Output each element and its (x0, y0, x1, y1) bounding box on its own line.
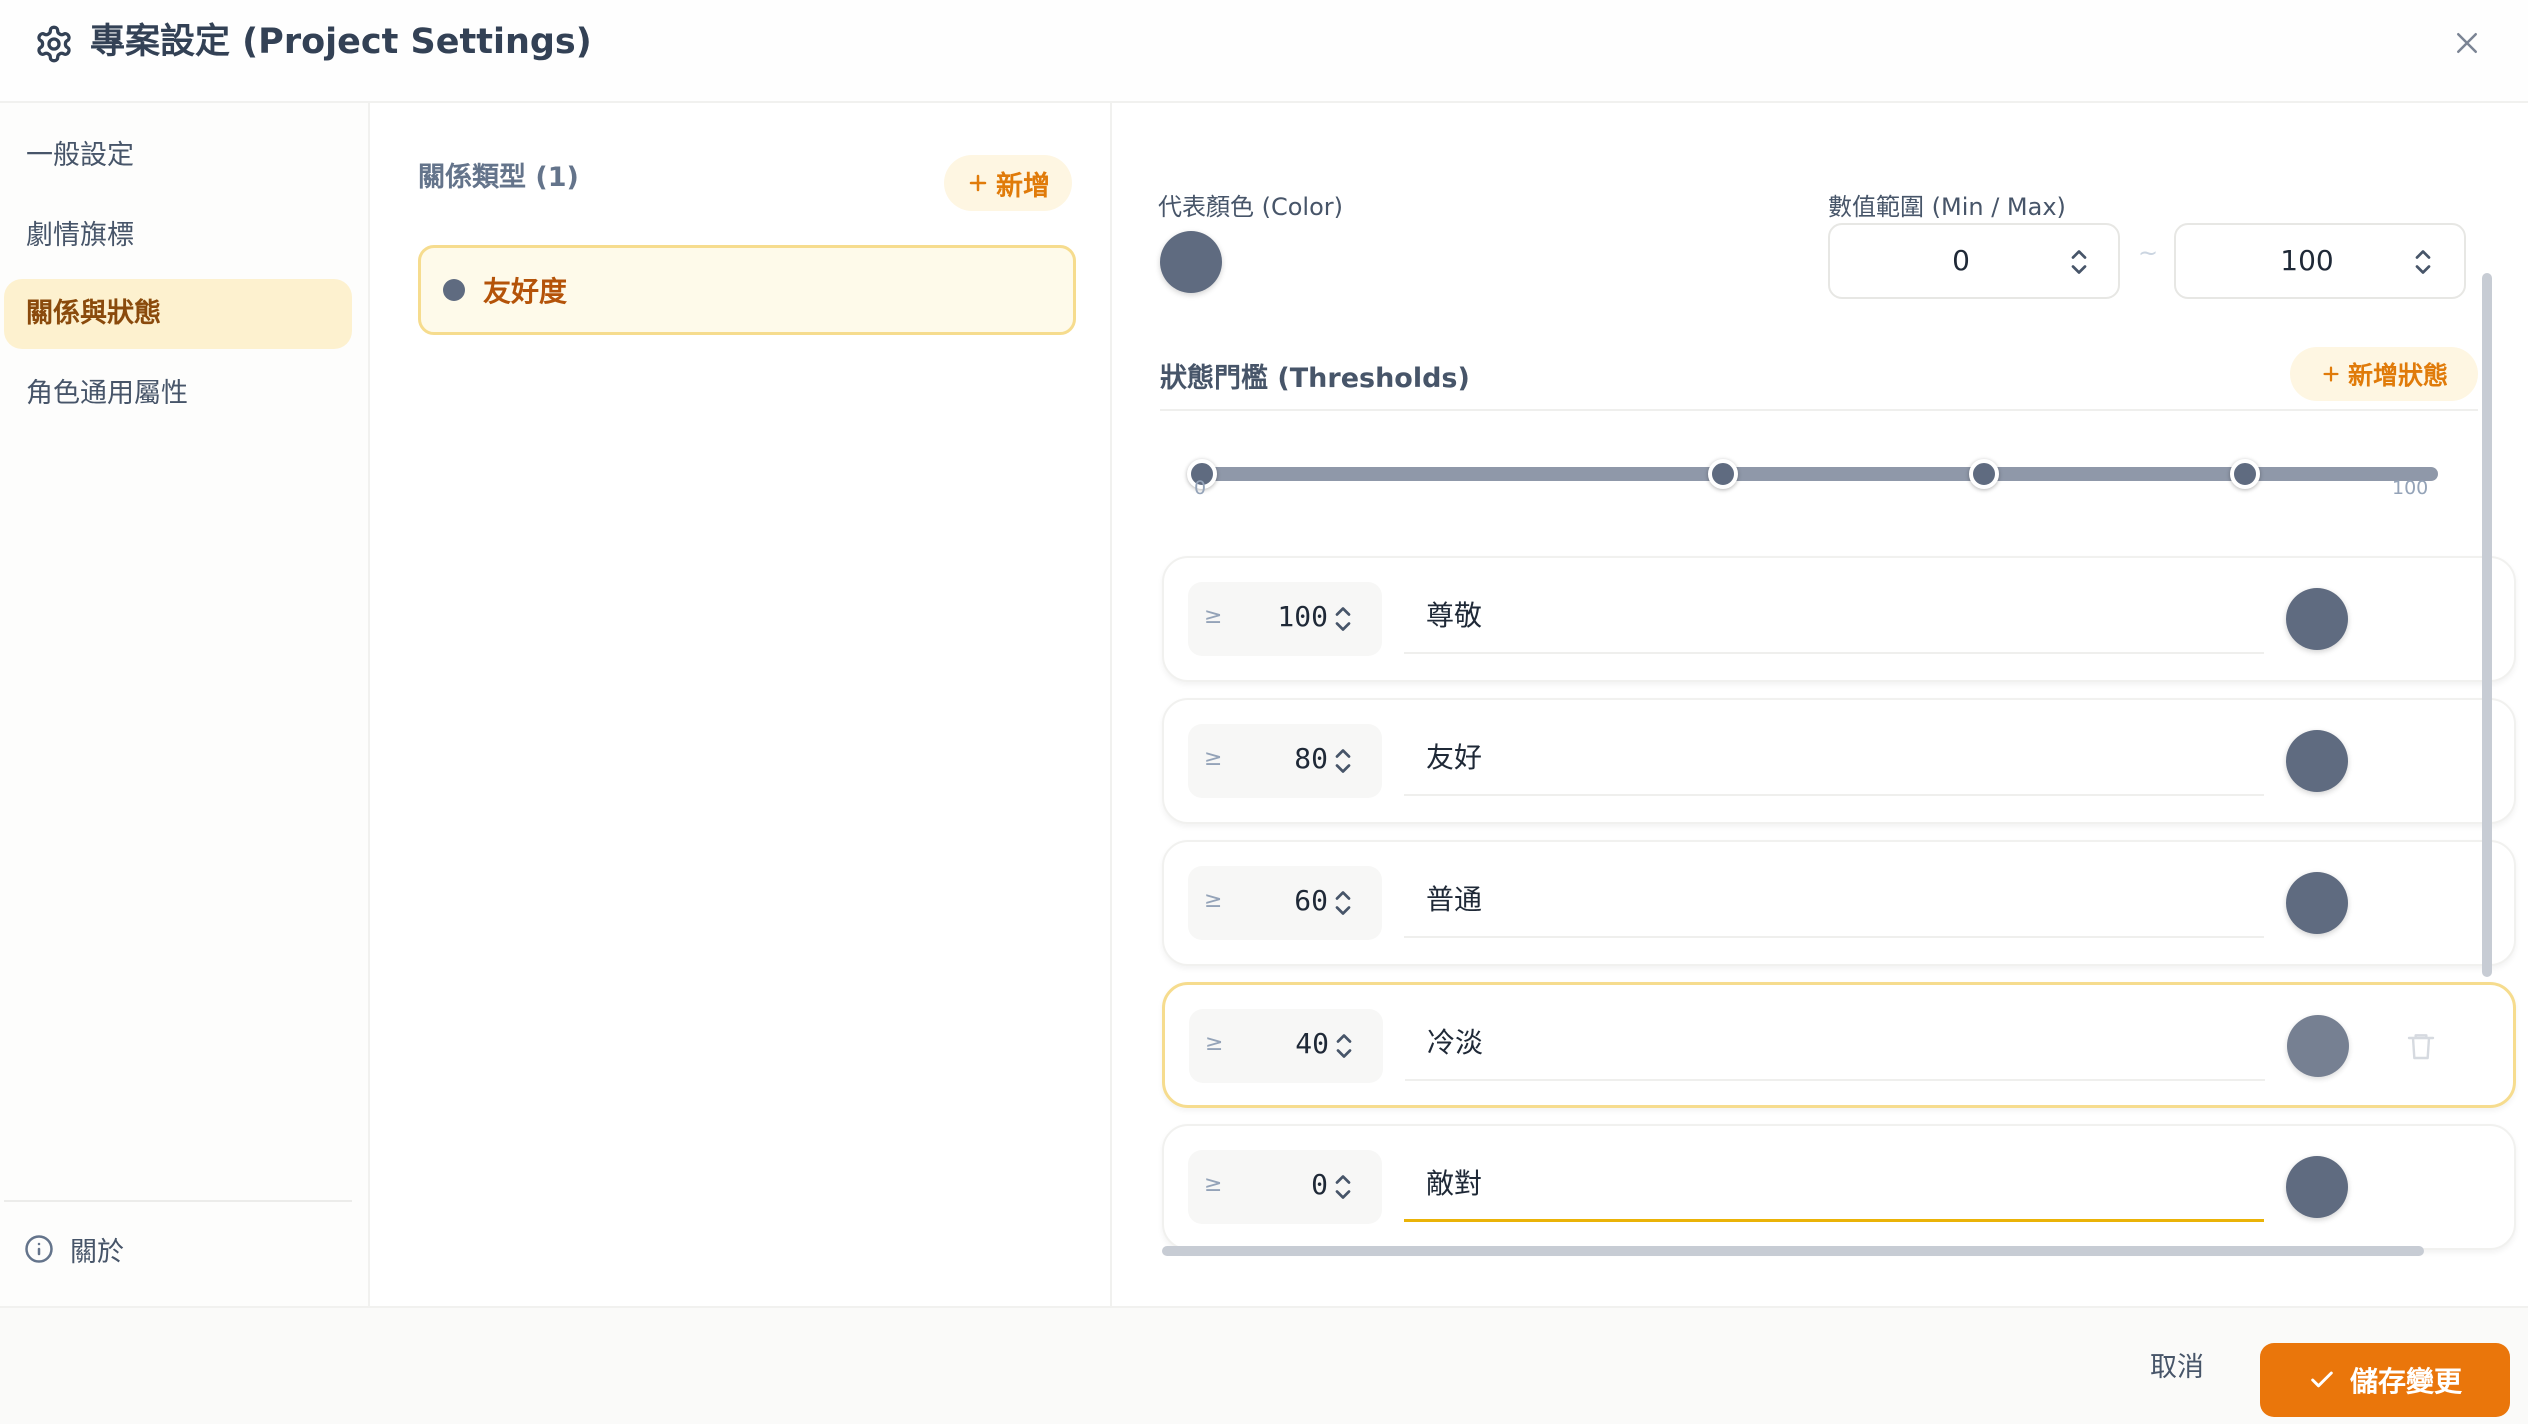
operator-label: ≥ (1204, 746, 1223, 771)
status-color-picker[interactable] (2286, 1156, 2348, 1218)
threshold-value: 0 (1311, 1168, 1328, 1201)
value-stepper-icon[interactable] (1334, 1172, 1352, 1202)
sidebar-item-story-flags[interactable]: 劇情旗標 (4, 201, 352, 271)
settings-sidebar: 一般設定 劇情旗標 關係與狀態 角色通用屬性 關於 (0, 103, 370, 1306)
status-name-input[interactable]: 普通 (1404, 864, 2264, 938)
min-value: 0 (1952, 244, 1970, 277)
threshold-row: ≥ 60 普通 (1162, 840, 2516, 966)
plus-icon (969, 174, 987, 192)
check-icon (2311, 1371, 2333, 1388)
relation-item-label: 友好度 (483, 275, 568, 308)
threshold-value-input[interactable]: ≥ 60 (1188, 866, 1382, 940)
relation-types-header: 關係類型 (1) (418, 162, 579, 193)
slider-min-tick: 0 (1194, 477, 1207, 499)
relation-item[interactable]: 友好度 (418, 245, 1076, 335)
about-label: 關於 (70, 1236, 124, 1268)
sidebar-item-relations[interactable]: 關係與狀態 (4, 279, 352, 349)
threshold-row: ≥ 40 冷淡 (1162, 982, 2516, 1108)
min-value-input[interactable]: 0 (1828, 223, 2120, 299)
add-relation-button[interactable]: 新增 (944, 155, 1072, 211)
thresholds-title: 狀態門檻 (Thresholds) (1160, 363, 1470, 394)
trash-icon[interactable] (2405, 1029, 2437, 1063)
status-name-input[interactable]: 敵對 (1404, 1148, 2264, 1222)
operator-label: ≥ (1204, 604, 1223, 629)
about-button[interactable]: 關於 (24, 1221, 124, 1277)
value-stepper-icon[interactable] (1334, 888, 1352, 918)
gear-icon (37, 25, 71, 63)
relation-color-dot (443, 279, 465, 301)
horizontal-scrollbar[interactable] (1162, 1246, 2424, 1256)
save-button[interactable]: 儲存變更 (2260, 1343, 2510, 1417)
status-name-input[interactable]: 冷淡 (1405, 1007, 2265, 1081)
threshold-value: 60 (1294, 884, 1328, 917)
threshold-row: ≥ 80 友好 (1162, 698, 2516, 824)
section-divider (1160, 409, 2478, 411)
sidebar-item-general[interactable]: 一般設定 (4, 121, 352, 191)
max-value: 100 (2280, 244, 2334, 277)
max-stepper-icon[interactable] (2414, 247, 2432, 277)
value-stepper-icon[interactable] (1334, 746, 1352, 776)
dialog-header: 專案設定 (Project Settings) (0, 0, 2528, 103)
slider-knob[interactable] (1708, 459, 1738, 489)
dialog-footer: 取消 儲存變更 (0, 1306, 2528, 1424)
close-icon (2457, 33, 2477, 53)
threshold-row: ≥ 0 敵對 (1162, 1124, 2516, 1250)
vertical-scrollbar[interactable] (2482, 273, 2492, 977)
threshold-value-input[interactable]: ≥ 100 (1188, 582, 1382, 656)
relation-detail-panel: 代表顏色 (Color) 數值範圍 (Min / Max) 0 ~ 100 狀態… (1114, 103, 2528, 1306)
cancel-button[interactable]: 取消 (2150, 1338, 2204, 1398)
add-relation-label: 新增 (996, 170, 1050, 202)
add-status-button[interactable]: 新增狀態 (2290, 347, 2478, 401)
threshold-value: 40 (1295, 1027, 1329, 1060)
slider-knob[interactable] (1969, 459, 1999, 489)
sidebar-item-character-attributes[interactable]: 角色通用屬性 (4, 359, 352, 429)
range-separator: ~ (2138, 239, 2159, 267)
threshold-value-input[interactable]: ≥ 80 (1188, 724, 1382, 798)
color-label: 代表顏色 (Color) (1158, 193, 1344, 221)
add-status-label: 新增狀態 (2347, 361, 2448, 390)
relation-types-panel: 關係類型 (1) 新增 友好度 (372, 103, 1112, 1306)
threshold-row: ≥ 100 尊敬 (1162, 556, 2516, 682)
status-name-input[interactable]: 友好 (1404, 722, 2264, 796)
threshold-value: 80 (1294, 742, 1328, 775)
sidebar-divider (4, 1200, 352, 1202)
status-name-input[interactable]: 尊敬 (1404, 580, 2264, 654)
dialog-title: 專案設定 (Project Settings) (90, 22, 592, 62)
status-color-picker[interactable] (2286, 730, 2348, 792)
relation-color-picker[interactable] (1160, 231, 1222, 293)
plus-icon (2323, 366, 2339, 382)
min-stepper-icon[interactable] (2070, 247, 2088, 277)
project-settings-dialog: 專案設定 (Project Settings) 一般設定 劇情旗標 關係與狀態 … (0, 0, 2528, 1424)
threshold-value-input[interactable]: ≥ 0 (1188, 1150, 1382, 1224)
slider-max-tick: 100 (2392, 477, 2429, 499)
status-color-picker[interactable] (2286, 872, 2348, 934)
value-stepper-icon[interactable] (1334, 604, 1352, 634)
status-color-picker[interactable] (2286, 588, 2348, 650)
operator-label: ≥ (1204, 888, 1223, 913)
save-label: 儲存變更 (2349, 1365, 2462, 1398)
slider-knob[interactable] (2230, 459, 2260, 489)
operator-label: ≥ (1205, 1031, 1224, 1056)
operator-label: ≥ (1204, 1172, 1223, 1197)
close-button[interactable] (2446, 22, 2488, 64)
max-value-input[interactable]: 100 (2174, 223, 2466, 299)
info-icon (25, 1235, 53, 1263)
range-label: 數值範圍 (Min / Max) (1828, 193, 2066, 221)
status-color-picker[interactable] (2287, 1015, 2349, 1077)
value-stepper-icon[interactable] (1335, 1031, 1353, 1061)
threshold-value: 100 (1277, 600, 1328, 633)
threshold-value-input[interactable]: ≥ 40 (1189, 1009, 1383, 1083)
